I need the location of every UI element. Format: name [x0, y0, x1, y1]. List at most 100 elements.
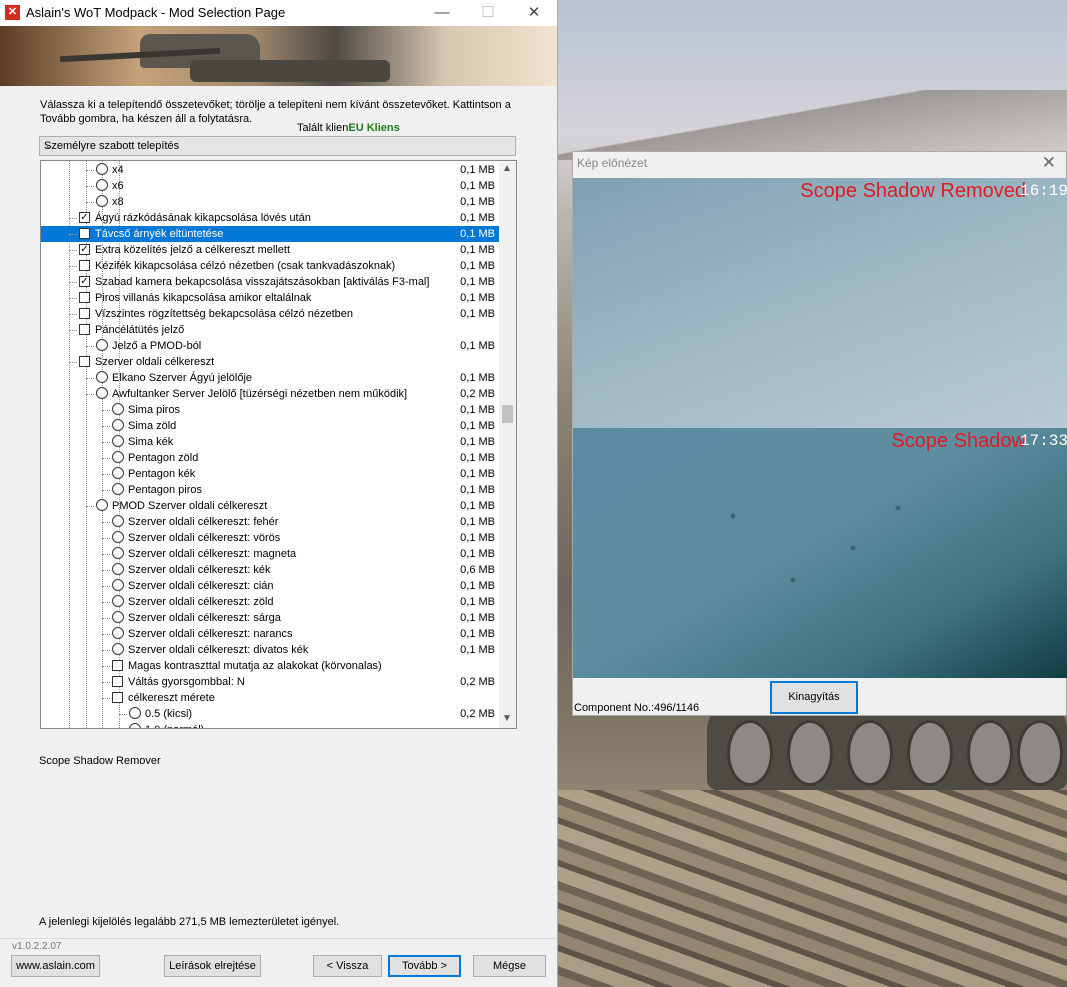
tree-radio-item[interactable]: x8 0,1 MB [41, 194, 499, 210]
back-button[interactable]: < Vissza [313, 955, 382, 977]
tree-checkbox-item[interactable]: Váltás gyorsgombbal: N 0,2 MB [41, 674, 499, 690]
tree-checkbox-item[interactable]: Piros villanás kikapcsolása amikor eltal… [41, 290, 499, 306]
tree-checkbox-item[interactable]: Szerver oldali célkereszt [41, 354, 499, 370]
tree-radio-item[interactable]: Pentagon zöld 0,1 MB [41, 450, 499, 466]
checkbox[interactable] [79, 292, 90, 303]
radio-button[interactable] [112, 451, 124, 463]
tree-radio-item[interactable]: Pentagon piros 0,1 MB [41, 482, 499, 498]
tree-item-label: Szerver oldali célkereszt: narancs [128, 628, 293, 640]
radio-button[interactable] [112, 435, 124, 447]
scroll-up-icon[interactable]: ▲ [502, 163, 512, 174]
radio-button[interactable] [112, 531, 124, 543]
maximize-button[interactable]: ☐ [465, 0, 511, 26]
radio-button[interactable] [96, 163, 108, 175]
radio-button[interactable] [112, 547, 124, 559]
radio-button[interactable] [112, 403, 124, 415]
tree-radio-item[interactable]: Szerver oldali célkereszt: sárga 0,1 MB [41, 610, 499, 626]
tree-radio-item[interactable]: Szerver oldali célkereszt: kék 0,6 MB [41, 562, 499, 578]
tree-checkbox-item[interactable]: célkereszt mérete [41, 690, 499, 706]
tree-radio-item[interactable]: x6 0,1 MB [41, 178, 499, 194]
tree-connector [69, 330, 77, 331]
tree-item-label: Extra közelítés jelző a célkereszt melle… [95, 244, 291, 256]
tree-checkbox-item[interactable]: ✓ Ágyú rázkódásának kikapcsolása lövés ut… [41, 210, 499, 226]
tree-radio-item[interactable]: PMOD Szerver oldali célkereszt 0,1 MB [41, 498, 499, 514]
radio-button[interactable] [129, 707, 141, 719]
scroll-down-icon[interactable]: ▼ [502, 713, 512, 724]
checkbox[interactable] [79, 356, 90, 367]
radio-button[interactable] [96, 195, 108, 207]
tree-radio-item[interactable]: Szerver oldali célkereszt: zöld 0,1 MB [41, 594, 499, 610]
tree-item-size: 0,2 MB [460, 388, 495, 400]
radio-button[interactable] [96, 179, 108, 191]
preview-close-button[interactable]: ✕ [1042, 153, 1056, 173]
tree-radio-item[interactable]: Awfultanker Server Jelölő [tüzérségi néz… [41, 386, 499, 402]
radio-button[interactable] [96, 339, 108, 351]
tree-item-size: 0,2 MB [460, 676, 495, 688]
tree-radio-item[interactable]: Sima piros 0,1 MB [41, 402, 499, 418]
install-type-select[interactable]: Személyre szabott telepítés ⌄ [39, 136, 516, 156]
radio-button[interactable] [112, 419, 124, 431]
checkbox[interactable] [79, 260, 90, 271]
checkbox[interactable]: ✓ [79, 212, 90, 223]
tree-checkbox-item[interactable]: Távcső árnyék eltüntetése 0,1 MB [41, 226, 499, 242]
image1-caption: Scope Shadow Removed [800, 180, 1026, 202]
component-tree[interactable]: ▲ ▼ x4 0,1 MB x6 0,1 MB x8 0,1 MB ✓ Ágyú rázkód… [40, 160, 517, 729]
tree-checkbox-item[interactable]: ✓ Extra közelítés jelző a célkereszt mell… [41, 242, 499, 258]
checkbox[interactable] [79, 228, 90, 239]
chevron-down-icon[interactable]: ⌄ [44, 138, 511, 152]
tree-checkbox-item[interactable]: Kézifék kikapcsolása célzó nézetben (csa… [41, 258, 499, 274]
tree-checkbox-item[interactable]: Vízszintes rögzítettség bekapcsolása cél… [41, 306, 499, 322]
checkbox[interactable] [112, 676, 123, 687]
radio-button[interactable] [96, 371, 108, 383]
close-button[interactable]: ✕ [511, 0, 557, 26]
tree-radio-item[interactable]: Szerver oldali célkereszt: cián 0,1 MB [41, 578, 499, 594]
zoom-button[interactable]: Kinagyítás [770, 681, 858, 714]
radio-button[interactable] [96, 387, 108, 399]
tree-checkbox-item[interactable]: ✓ Szabad kamera bekapcsolása visszajátszá… [41, 274, 499, 290]
minimize-button[interactable]: — [419, 0, 465, 26]
checkbox[interactable] [79, 308, 90, 319]
radio-button[interactable] [112, 563, 124, 575]
radio-button[interactable] [112, 579, 124, 591]
website-button[interactable]: www.aslain.com [11, 955, 100, 977]
scrollbar-thumb[interactable] [502, 405, 513, 423]
tree-radio-item[interactable]: Szerver oldali célkereszt: divatos kék 0,… [41, 642, 499, 658]
checkbox[interactable] [79, 324, 90, 335]
tree-radio-item[interactable]: x4 0,1 MB [41, 162, 499, 178]
version-label: v1.0.2.2.07 [12, 941, 62, 952]
radio-button[interactable] [96, 499, 108, 511]
tree-radio-item[interactable]: Szerver oldali célkereszt: fehér 0,1 MB [41, 514, 499, 530]
tree-checkbox-item[interactable]: Páncélátütés jelző [41, 322, 499, 338]
tree-radio-item[interactable]: Sima zöld 0,1 MB [41, 418, 499, 434]
tree-item-label: Váltás gyorsgombbal: N [128, 676, 245, 688]
tree-radio-item[interactable]: Jelző a PMOD-ból 0,1 MB [41, 338, 499, 354]
cancel-button[interactable]: Mégse [473, 955, 546, 977]
radio-button[interactable] [112, 467, 124, 479]
tree-item-size: 0,1 MB [460, 468, 495, 480]
checkbox[interactable]: ✓ [79, 276, 90, 287]
radio-button[interactable] [112, 611, 124, 623]
radio-button[interactable] [112, 515, 124, 527]
next-button[interactable]: Tovább > [388, 955, 461, 977]
radio-button[interactable] [129, 723, 141, 728]
radio-button[interactable] [112, 483, 124, 495]
tree-radio-item[interactable]: Szerver oldali célkereszt: vörös 0,1 MB [41, 530, 499, 546]
radio-button[interactable] [112, 627, 124, 639]
tree-radio-item[interactable]: Szerver oldali célkereszt: magneta 0,1 MB [41, 546, 499, 562]
checkbox[interactable] [112, 692, 123, 703]
tree-scrollbar[interactable]: ▲ ▼ [499, 161, 516, 728]
tree-radio-item[interactable]: Szerver oldali célkereszt: narancs 0,1 MB [41, 626, 499, 642]
component-number: Component No.:496/1146 [574, 702, 700, 714]
checkbox[interactable] [112, 660, 123, 671]
radio-button[interactable] [112, 595, 124, 607]
checkbox[interactable]: ✓ [79, 244, 90, 255]
tree-checkbox-item[interactable]: Magas kontraszttal mutatja az alakokat (… [41, 658, 499, 674]
tree-radio-item[interactable]: 0.5 (kicsi) 0,2 MB [41, 706, 499, 722]
tree-connector [102, 618, 110, 619]
tree-radio-item[interactable]: Pentagon kék 0,1 MB [41, 466, 499, 482]
hide-descriptions-button[interactable]: Leírások elrejtése [164, 955, 261, 977]
tree-radio-item[interactable]: Elkano Szerver Ágyú jelölője 0,1 MB [41, 370, 499, 386]
radio-button[interactable] [112, 643, 124, 655]
tree-radio-item[interactable]: 1.0 (normál) [41, 722, 499, 728]
tree-radio-item[interactable]: Sima kék 0,1 MB [41, 434, 499, 450]
